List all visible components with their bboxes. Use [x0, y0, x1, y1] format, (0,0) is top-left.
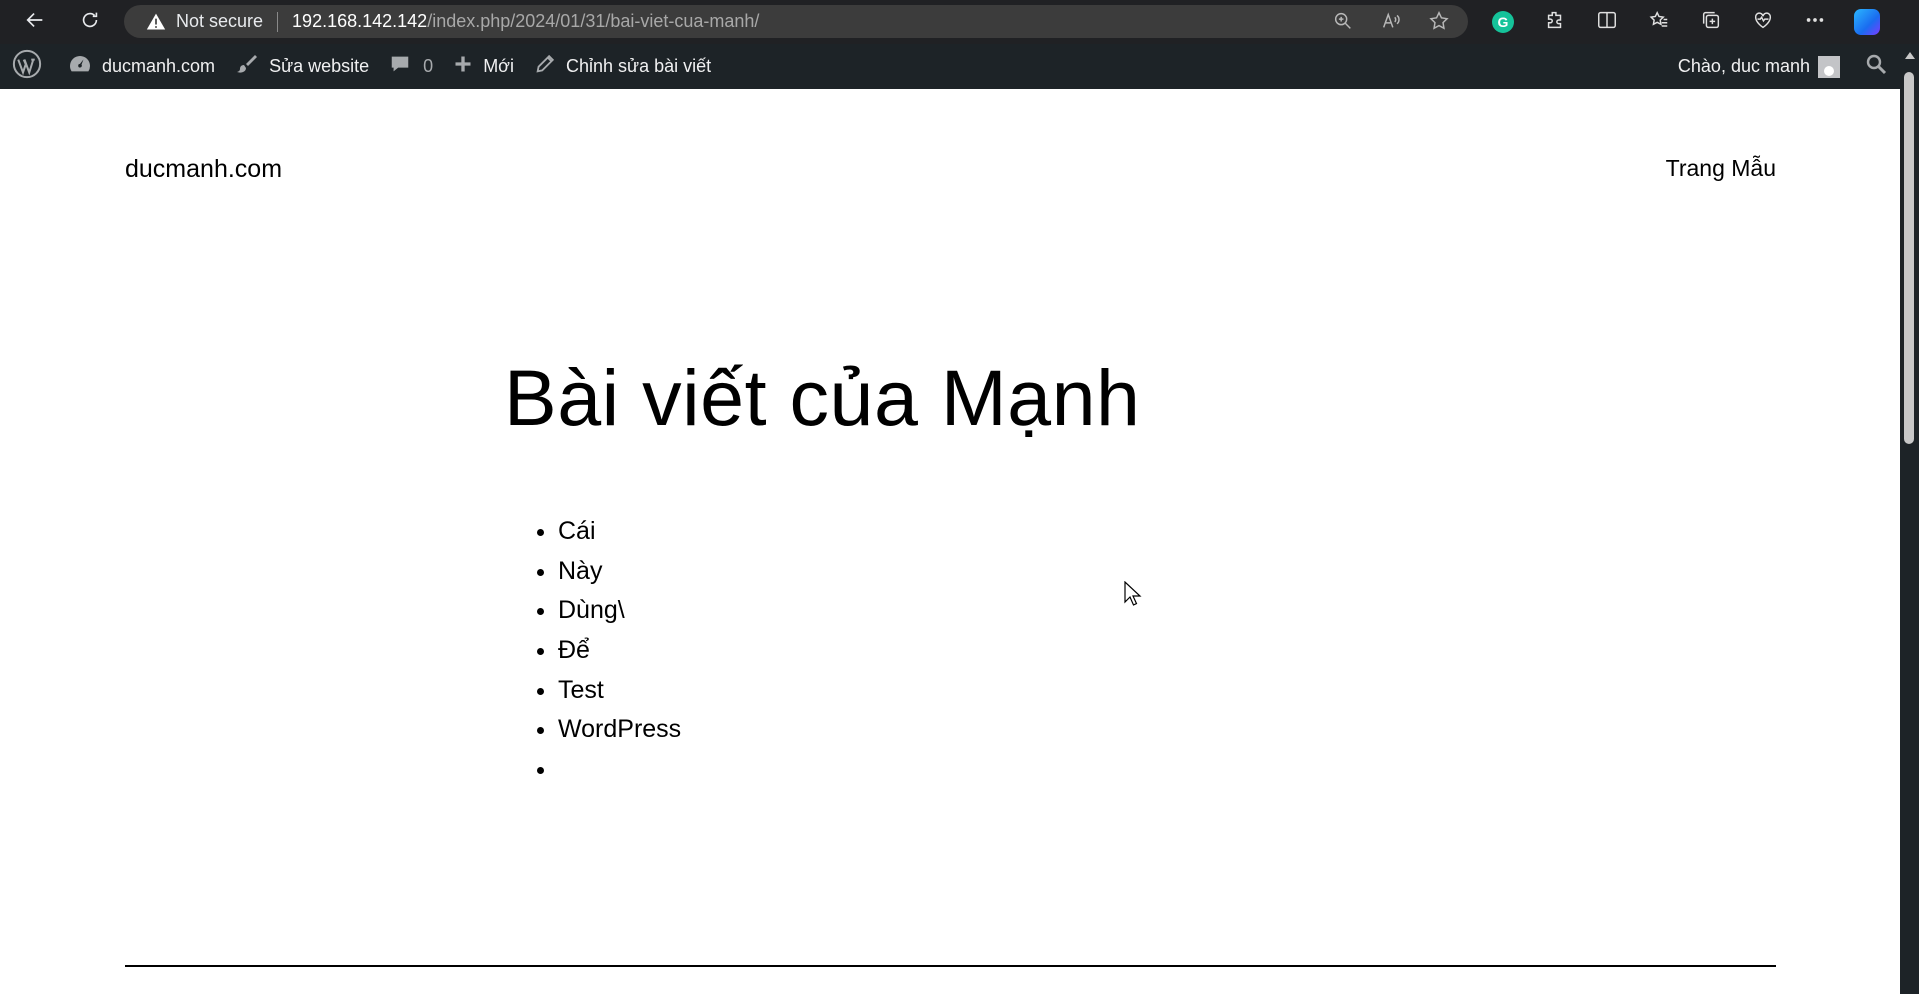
wp-admin-bar: ducmanh.com Sửa website 0 Mới Chỉnh sửa …	[0, 44, 1900, 89]
page-scrollbar[interactable]	[1900, 44, 1919, 994]
scroll-thumb[interactable]	[1904, 72, 1914, 444]
edit-post-label: Chỉnh sửa bài viết	[565, 56, 712, 76]
page-content: ducmanh.com Trang Mẫu Bài viết của Mạnh …	[0, 89, 1900, 994]
brush-icon	[235, 52, 259, 81]
footer-separator	[125, 965, 1776, 967]
search-icon	[1864, 52, 1888, 81]
avatar	[1818, 55, 1840, 78]
greeting-label: Chào, duc manh	[1677, 56, 1810, 76]
comments-menu[interactable]: 0	[379, 44, 443, 89]
url-path: /index.php/2024/01/31/bai-viet-cua-manh/	[427, 11, 760, 31]
favorites-button[interactable]	[1644, 4, 1674, 40]
list-item: Test	[558, 671, 681, 711]
nav-item-trang-mau[interactable]: Trang Mẫu	[1666, 155, 1776, 182]
dashboard-icon	[68, 52, 92, 81]
site-name-menu[interactable]: ducmanh.com	[58, 44, 225, 89]
back-button[interactable]	[15, 4, 55, 40]
favorite-star-icon[interactable]	[1428, 10, 1450, 37]
back-icon	[24, 9, 46, 36]
copilot-icon	[1854, 9, 1880, 35]
extensions-button[interactable]	[1540, 4, 1570, 40]
comments-count: 0	[423, 56, 434, 76]
url-host: 192.168.142.142	[292, 11, 428, 31]
address-bar[interactable]: Not secure 192.168.142.142/index.php/202…	[124, 5, 1468, 38]
warning-icon[interactable]	[146, 12, 166, 32]
post-list: Cái Này Dùng\ Để Test WordPress	[558, 512, 681, 790]
split-screen-button[interactable]	[1592, 4, 1622, 40]
new-content-menu[interactable]: Mới	[443, 44, 524, 89]
admin-search-button[interactable]	[1850, 44, 1900, 89]
browser-essentials-icon	[1752, 9, 1774, 36]
grammarly-icon: G	[1492, 11, 1514, 33]
site-title-link[interactable]: ducmanh.com	[125, 155, 282, 184]
security-label[interactable]: Not secure	[176, 11, 263, 32]
list-item: WordPress	[558, 710, 681, 750]
list-item: Này	[558, 552, 681, 592]
scroll-up-arrow-icon[interactable]	[1905, 52, 1915, 59]
post-title: Bài viết của Mạnh	[504, 353, 1141, 442]
customize-label: Sửa website	[269, 56, 370, 76]
mouse-cursor-icon	[1124, 580, 1142, 612]
extensions-icon	[1544, 9, 1566, 36]
copilot-button[interactable]	[1852, 4, 1882, 40]
collections-icon	[1700, 9, 1722, 36]
list-item: Dùng\	[558, 591, 681, 631]
wordpress-logo-icon	[12, 49, 42, 84]
wp-logo-menu[interactable]	[0, 44, 58, 89]
split-screen-icon	[1596, 9, 1618, 36]
read-aloud-icon[interactable]	[1380, 10, 1402, 37]
browser-essentials-button[interactable]	[1748, 4, 1778, 40]
new-label: Mới	[483, 56, 514, 76]
my-account-menu[interactable]: Chào, duc manh	[1668, 44, 1850, 89]
list-item: Cái	[558, 512, 681, 552]
favorites-icon	[1648, 9, 1670, 36]
reload-icon	[79, 9, 101, 36]
customize-menu[interactable]: Sửa website	[225, 44, 379, 89]
list-item	[558, 750, 681, 790]
reload-button[interactable]	[70, 4, 110, 40]
plus-icon	[453, 54, 473, 79]
zoom-icon[interactable]	[1332, 10, 1354, 37]
more-button[interactable]	[1800, 4, 1830, 40]
browser-toolbar: Not secure 192.168.142.142/index.php/202…	[0, 0, 1919, 44]
comment-bubble-icon	[389, 53, 411, 80]
more-icon	[1804, 9, 1826, 36]
address-separator	[277, 11, 279, 32]
pencil-icon	[534, 53, 556, 80]
grammarly-button[interactable]: G	[1488, 4, 1518, 40]
list-item: Để	[558, 631, 681, 671]
edit-post-menu[interactable]: Chỉnh sửa bài viết	[524, 44, 721, 89]
site-name-label: ducmanh.com	[102, 56, 216, 76]
collections-button[interactable]	[1696, 4, 1726, 40]
